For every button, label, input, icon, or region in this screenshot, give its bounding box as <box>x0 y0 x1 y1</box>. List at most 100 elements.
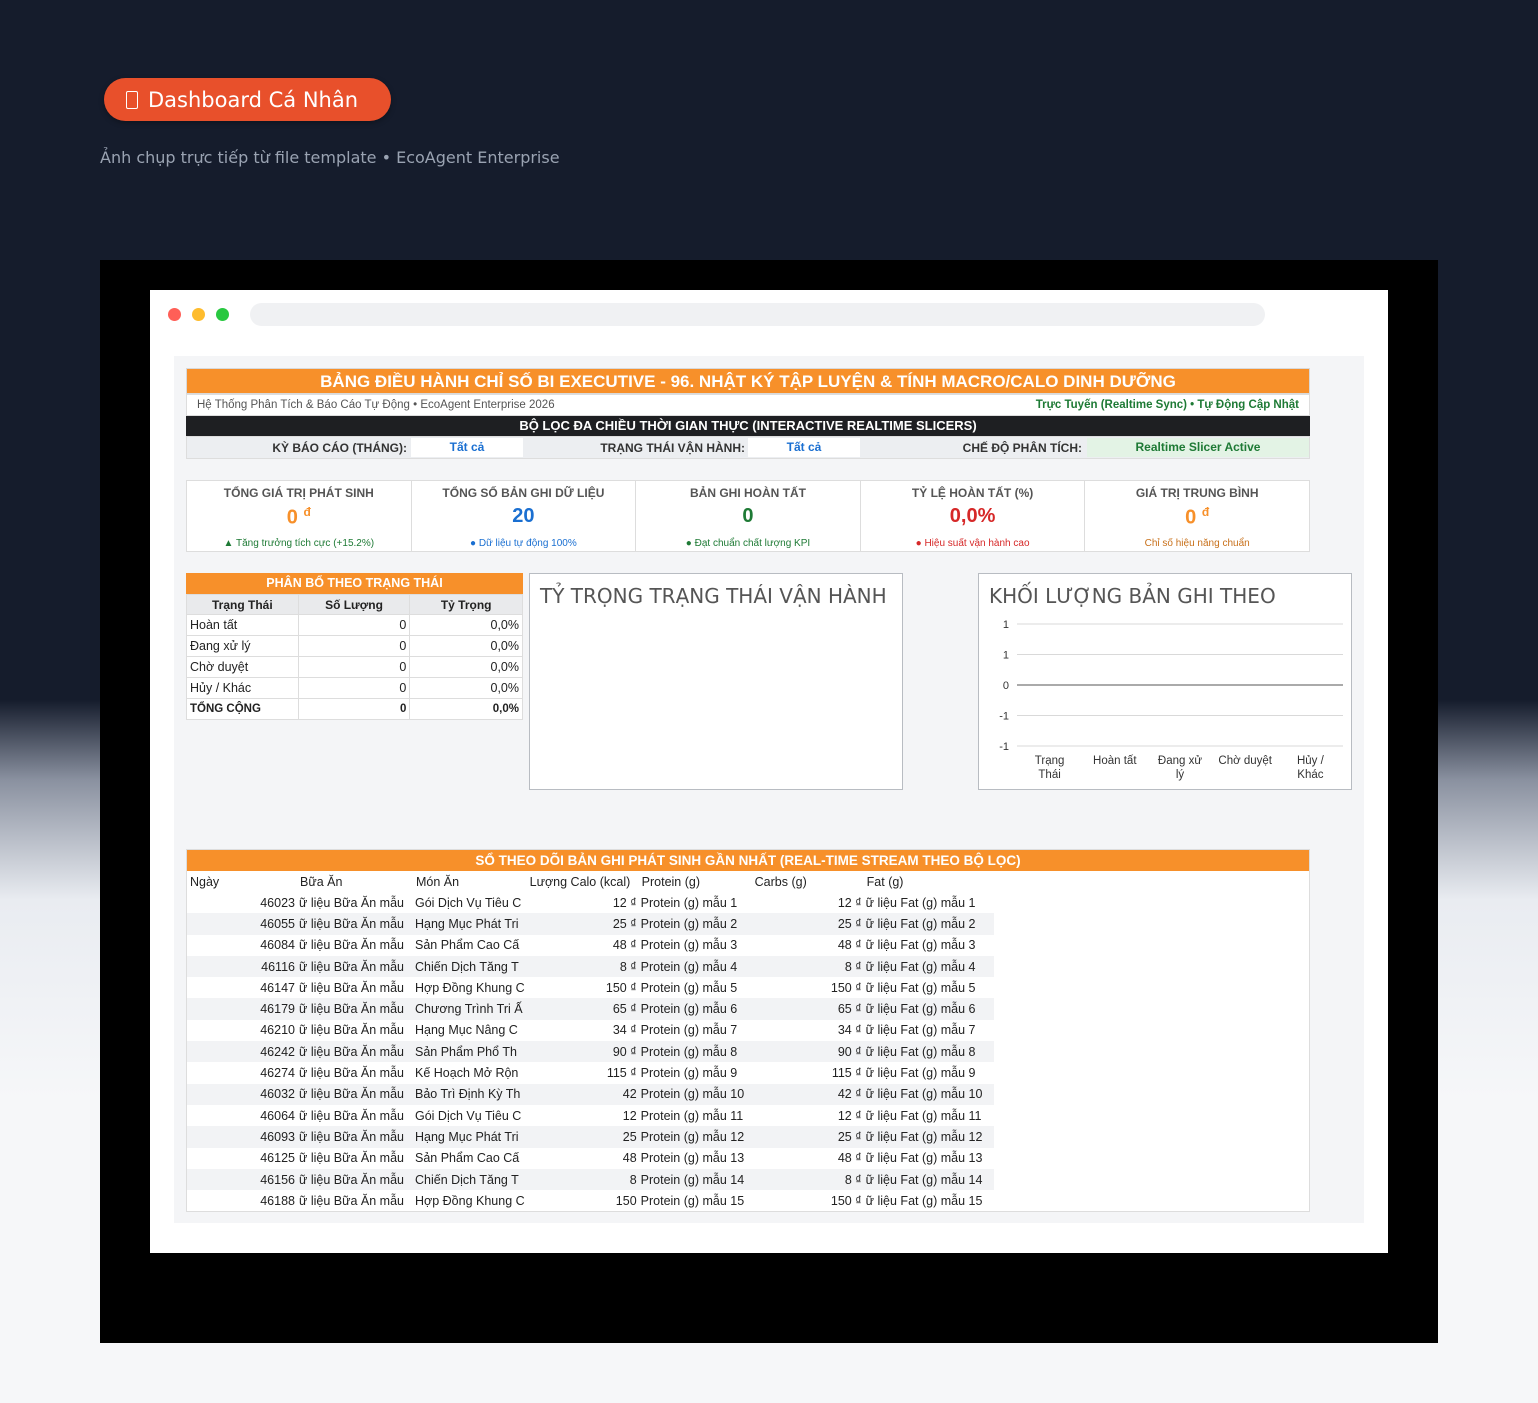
log-cell: Sản Phẩm Cao Cấ <box>415 938 520 953</box>
y-tick-label: -1 <box>999 741 1009 753</box>
log-cell: ữ liệu Fat (g) mẫu 6 <box>863 998 994 1020</box>
table-row: 46032 ữ liệu Bữa Ăn mẫu Bảo Trì Định Kỳ Th… <box>187 1083 994 1105</box>
close-window-dot[interactable] <box>168 308 181 321</box>
cell: Hoàn tất <box>186 614 299 636</box>
kpi-completion-rate: TỶ LỆ HOÀN TẤT (%) 0,0% ● Hiệu suất vận … <box>861 481 1086 551</box>
cell: 0,0% <box>409 635 523 657</box>
address-bar[interactable] <box>250 303 1265 326</box>
table-row: 46156 ữ liệu Bữa Ăn mẫu Chiến Dịch Tăng T8… <box>187 1168 994 1191</box>
log-cell: Bảo Trì Định Kỳ Th <box>413 1083 527 1105</box>
status-slicer[interactable]: Tất cả <box>748 438 860 457</box>
log-cell: Protein (g) mẫu 12 <box>638 1126 752 1148</box>
kpi-total-value: TỔNG GIÁ TRỊ PHÁT SINH 0 đ ▲ Tăng trưởng… <box>187 481 412 551</box>
kpi-number: 20 <box>512 505 535 527</box>
kpi-number: 0 <box>1185 506 1197 529</box>
log-cell: Hợp Đồng Khung C <box>415 980 525 995</box>
log-cell: 48 ₫ <box>612 938 637 953</box>
maximize-window-dot[interactable] <box>216 308 229 321</box>
log-cell: 25 <box>526 1126 639 1148</box>
bar-chart[interactable]: KHỐI LƯỢNG BẢN GHI THEO 1 1 0 -1 -1 Trạng Thái… <box>978 573 1352 790</box>
log-cell: ữ liệu Bữa Ăn mẫu <box>297 1168 413 1191</box>
log-cell: 65 ₫ <box>526 998 639 1020</box>
log-cell: 46242 <box>187 1041 297 1063</box>
log-cell: 12 ₫ <box>837 895 862 910</box>
log-col-header: Fat (g) <box>866 874 904 889</box>
dashboard-badge[interactable]: Dashboard Cá Nhân <box>104 78 391 121</box>
table-row: Hủy / Khác 0 0,0% <box>186 677 523 699</box>
log-cell: ữ liệu Bữa Ăn mẫu <box>299 895 404 910</box>
y-tick-label: 1 <box>1003 650 1009 662</box>
period-label: KỲ BÁO CÁO (THÁNG): <box>272 441 407 455</box>
log-cell: 25 ₫ <box>751 913 864 935</box>
kpi-unit: đ <box>303 505 311 519</box>
y-tick-label: 1 <box>1003 619 1009 631</box>
table-row: 46274 ữ liệu Bữa Ăn mẫu Kế Hoạch Mở Rộn 115… <box>187 1062 994 1083</box>
table-row: 46055 ữ liệu Bữa Ăn mẫu Hạng Mục Phát Tri 2… <box>187 913 994 935</box>
total-row: TỔNG CỘNG 0 0,0% <box>186 698 523 720</box>
col-header: Số Lượng <box>297 594 411 615</box>
cell: 0 <box>297 635 411 657</box>
log-cell: ữ liệu Bữa Ăn mẫu <box>299 1193 404 1208</box>
log-cell: 46125 <box>260 1151 295 1166</box>
mode-slicer[interactable]: Realtime Slicer Active <box>1087 438 1309 457</box>
cell: Đang xử lý <box>186 635 299 657</box>
sheet-title: BẢNG ĐIỀU HÀNH CHỈ SỐ BI EXECUTIVE - 96.… <box>186 368 1310 394</box>
log-cell: ữ liệu Bữa Ăn mẫu <box>299 938 404 953</box>
log-cell: Protein (g) mẫu 8 <box>638 1041 752 1063</box>
log-cell: 115 ₫ <box>606 1066 637 1081</box>
log-cell: ữ liệu Fat (g) mẫu 4 <box>863 955 994 978</box>
log-cell: ữ liệu Fat (g) mẫu 1 <box>865 895 976 910</box>
log-cell: ữ liệu Fat (g) mẫu 12 <box>863 1126 994 1148</box>
log-cell: Protein (g) mẫu 6 <box>638 998 752 1020</box>
log-cell: 12 ₫ <box>837 1108 862 1123</box>
y-tick-label: -1 <box>999 711 1009 723</box>
log-cell: 8 <box>526 1168 639 1191</box>
kpi-subtext: ● Dữ liệu tự động 100% <box>470 538 577 549</box>
log-cell: 12 ₫ <box>612 895 637 910</box>
log-cell: 48 <box>622 1151 637 1166</box>
log-cell: 46274 <box>260 1066 295 1081</box>
log-cell: ữ liệu Bữa Ăn mẫu <box>297 1126 413 1148</box>
cell: 0 <box>297 614 411 636</box>
log-cell: 48 ₫ <box>837 1151 862 1166</box>
sync-status: Trực Tuyến (Realtime Sync) • Tự Động Cập… <box>1035 399 1299 411</box>
x-category-label: Đang xử lý <box>1158 755 1202 781</box>
log-cell: 46156 <box>187 1168 297 1191</box>
x-category-label: Chờ duyệt <box>1218 755 1272 767</box>
log-cell: 115 ₫ <box>831 1066 862 1081</box>
info-bar: Hệ Thống Phân Tích & Báo Cáo Tự Động • E… <box>186 394 1310 416</box>
kpi-title: TỔNG GIÁ TRỊ PHÁT SINH <box>223 486 374 500</box>
cell: TỔNG CỘNG <box>186 698 299 720</box>
log-cell: 65 ₫ <box>751 998 864 1020</box>
kpi-record-count: TỔNG SỐ BẢN GHI DỮ LIỆU 20 ● Dữ liệu tự … <box>412 481 637 551</box>
log-cell: 90 ₫ <box>526 1041 639 1063</box>
kpi-value: 0 đ <box>187 505 411 530</box>
log-table: Ngày Bữa Ăn Món Ăn Lượng Calo (kcal) Protein… <box>187 871 994 1211</box>
cell: 0,0% <box>409 656 523 678</box>
table-row: 46084 ữ liệu Bữa Ăn mẫu Sản Phẩm Cao Cấ 48 … <box>187 935 994 956</box>
kpi-subtext: ● Hiệu suất vận hành cao <box>915 538 1030 549</box>
kpi-value: 20 <box>412 505 636 528</box>
pie-chart[interactable]: TỶ TRỌNG TRẠNG THÁI VẬN HÀNH <box>529 573 903 790</box>
distribution-table: Trạng Thái Số Lượng Tỷ Trọng Hoàn tất 0 … <box>186 594 523 720</box>
log-cell: Protein (g) mẫu 2 <box>638 913 752 935</box>
kpi-subtext: ● Đạt chuẩn chất lượng KPI <box>685 538 811 549</box>
kpi-title: TỔNG SỐ BẢN GHI DỮ LIỆU <box>442 486 605 500</box>
log-cell: 42 ₫ <box>751 1083 864 1105</box>
log-col-header: Món Ăn <box>416 874 460 889</box>
log-col-header: Ngày <box>190 874 220 889</box>
kpi-title: GIÁ TRỊ TRUNG BÌNH <box>1135 486 1259 500</box>
kpi-value: 0 đ <box>1085 505 1309 530</box>
status-label: TRẠNG THÁI VẬN HÀNH: <box>600 441 745 455</box>
table-row: 46093 ữ liệu Bữa Ăn mẫu Hạng Mục Phát Tri 2… <box>187 1126 994 1148</box>
log-cell: ữ liệu Fat (g) mẫu 14 <box>863 1168 994 1191</box>
log-cell: 46084 <box>260 938 295 953</box>
log-cell: Hợp Đồng Khung C <box>415 1193 525 1208</box>
minimize-window-dot[interactable] <box>192 308 205 321</box>
browser-window: BẢNG ĐIỀU HÀNH CHỈ SỐ BI EXECUTIVE - 96.… <box>150 290 1388 1253</box>
kpi-title: BẢN GHI HOÀN TẤT <box>689 486 806 500</box>
distribution-title: PHÂN BỔ THEO TRẠNG THÁI <box>186 573 523 594</box>
period-slicer[interactable]: Tất cả <box>411 438 523 457</box>
log-cell: Protein (g) mẫu 7 <box>640 1023 738 1038</box>
log-cell: 150 ₫ <box>830 980 862 995</box>
